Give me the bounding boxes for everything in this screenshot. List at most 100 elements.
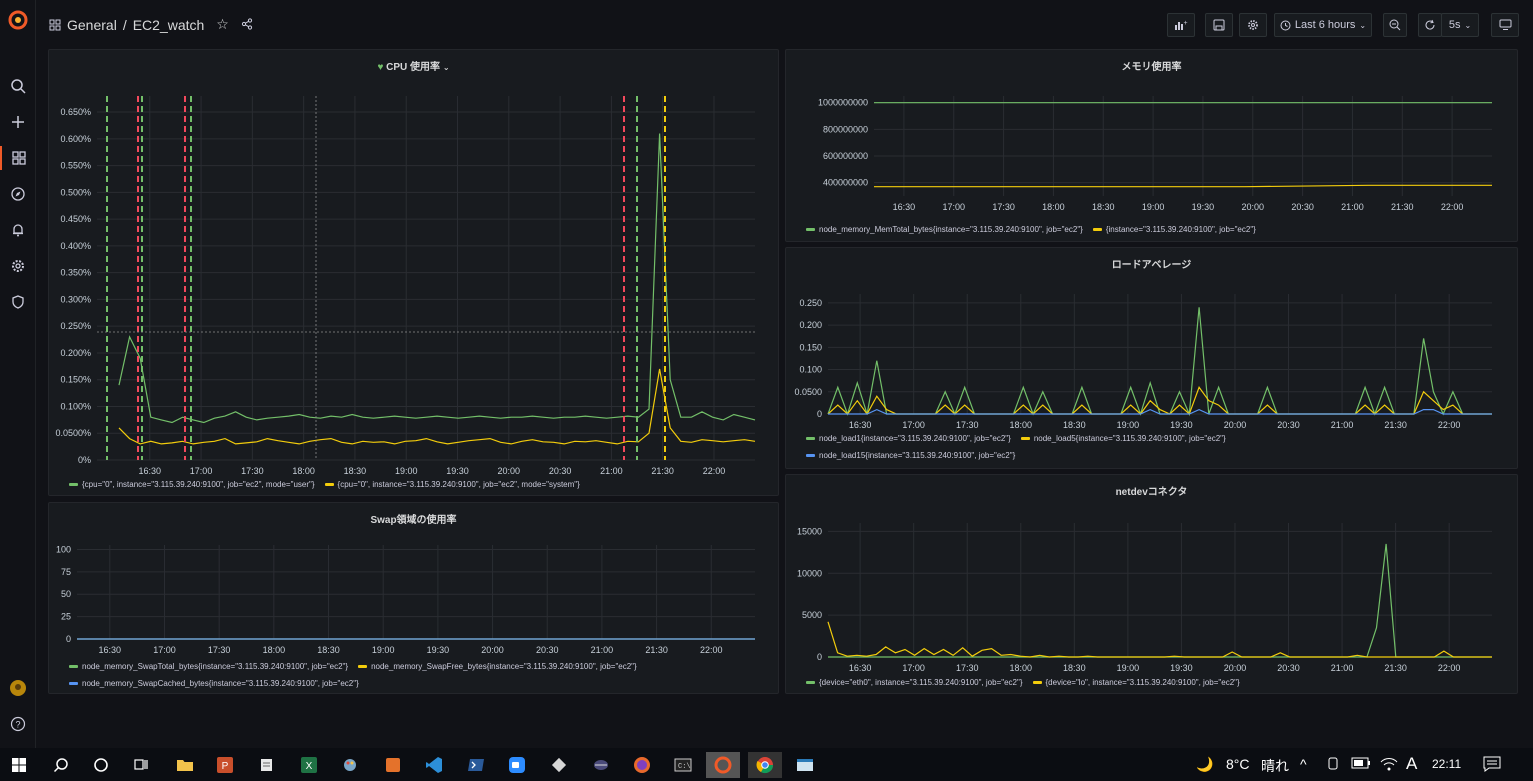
server-admin-shield-icon[interactable] <box>6 290 30 314</box>
legend-item[interactable]: node_memory_SwapTotal_bytes{instance="3.… <box>82 662 348 671</box>
series-line <box>827 621 1492 658</box>
wifi-icon[interactable] <box>1380 756 1398 775</box>
swap-usage-panel[interactable]: Swap領域の使用率 0 25 50 75 100 16:30 17:00 17:30 18:0… <box>48 502 779 694</box>
legend-item[interactable]: {instance="3.115.39.240:9100", job="ec2"… <box>1106 225 1256 234</box>
search-icon[interactable] <box>6 74 30 98</box>
legend-item[interactable]: node_load5{instance="3.115.39.240:9100",… <box>1034 434 1226 443</box>
x-tick-label: 19:30 <box>446 466 469 476</box>
legend-item[interactable]: node_memory_MemTotal_bytes{instance="3.1… <box>819 225 1083 234</box>
dashboard-title[interactable]: EC2_watch <box>133 17 205 33</box>
zoom-out-button[interactable] <box>1383 13 1407 37</box>
refresh-button[interactable] <box>1418 13 1442 37</box>
app-disc-icon[interactable] <box>588 752 614 778</box>
y-tick-label: 0.100% <box>60 401 91 411</box>
legend-swatch <box>69 682 78 685</box>
notepad-icon[interactable] <box>254 752 280 778</box>
legend-item[interactable]: {device="eth0", instance="3.115.39.240:9… <box>819 678 1023 687</box>
meet-now-icon[interactable] <box>1326 756 1340 775</box>
plus-icon[interactable] <box>6 110 30 134</box>
alerting-bell-icon[interactable] <box>6 218 30 242</box>
breadcrumb-folder-link[interactable]: General <box>67 17 117 33</box>
explore-compass-icon[interactable] <box>6 182 30 206</box>
legend-swatch <box>358 665 368 668</box>
app-orange-icon[interactable] <box>380 752 406 778</box>
excel-icon[interactable]: X <box>296 752 322 778</box>
clock[interactable]: 22:11 <box>1432 757 1461 771</box>
netdev-panel[interactable]: netdevコネクタ 0 5000 10000 15000 16:30 17:00 17:3… <box>785 474 1518 694</box>
time-range-picker[interactable]: Last 6 hours ⌄ <box>1274 13 1372 37</box>
add-panel-button[interactable]: + <box>1167 13 1195 37</box>
weather-temperature[interactable]: 8°C <box>1226 756 1250 772</box>
y-tick-label: 0.0500% <box>55 428 91 438</box>
taskbar-search-icon[interactable] <box>48 752 74 778</box>
x-tick-label: 21:30 <box>645 645 668 655</box>
legend-item[interactable]: node_memory_SwapFree_bytes{instance="3.1… <box>371 662 637 671</box>
tv-mode-button[interactable] <box>1491 13 1519 37</box>
y-tick-label: 0.200% <box>60 348 91 358</box>
netdev-chart[interactable]: 0 5000 10000 15000 16:30 17:00 17:30 18:00 18:30… <box>786 475 1519 695</box>
legend: {device="eth0", instance="3.115.39.240:9… <box>806 678 1240 687</box>
svg-text:+: + <box>1183 20 1187 27</box>
cortana-icon[interactable] <box>88 752 114 778</box>
windows-start-icon[interactable] <box>6 752 32 778</box>
legend-item[interactable]: node_memory_SwapCached_bytes{instance="3… <box>82 679 359 688</box>
battery-icon[interactable] <box>1351 756 1371 773</box>
x-tick-label: 17:30 <box>208 645 231 655</box>
y-tick-label: 75 <box>61 567 71 577</box>
powerpoint-icon[interactable]: P <box>212 752 238 778</box>
y-tick-label: 0.350% <box>60 268 91 278</box>
zoom-icon[interactable] <box>504 752 530 778</box>
legend-item[interactable]: node_load1{instance="3.115.39.240:9100",… <box>819 434 1011 443</box>
firefox-icon[interactable] <box>629 752 655 778</box>
user-avatar[interactable] <box>6 676 30 700</box>
x-tick-label: 22:00 <box>700 645 723 655</box>
grafana-app-icon[interactable] <box>706 752 740 778</box>
file-explorer-icon[interactable] <box>172 752 198 778</box>
legend-swatch <box>69 483 78 486</box>
refresh-interval-picker[interactable]: 5s ⌄ <box>1441 13 1479 37</box>
save-dashboard-button[interactable] <box>1205 13 1233 37</box>
vscode-icon[interactable] <box>421 752 447 778</box>
y-tick-label: 0.400% <box>60 241 91 251</box>
y-tick-label: 0.250% <box>60 321 91 331</box>
cpu-usage-panel[interactable]: ♥ CPU 使用率 ⌄ 0% 0.0500% 0.100% 0.150% 0.200% 0… <box>48 49 779 496</box>
legend-item[interactable]: {cpu="0", instance="3.115.39.240:9100", … <box>338 480 580 489</box>
show-hidden-icons-chevron-icon[interactable]: ^ <box>1300 756 1307 772</box>
svg-text:?: ? <box>15 720 20 730</box>
terminal-icon[interactable]: C:\ <box>670 752 696 778</box>
app-window-icon[interactable] <box>792 752 818 778</box>
y-tick-label: 0.150 <box>799 342 822 352</box>
share-icon[interactable] <box>241 17 253 33</box>
task-view-icon[interactable] <box>128 752 154 778</box>
zoom-out-icon <box>1389 19 1401 31</box>
x-tick-label: 19:30 <box>427 645 450 655</box>
dashboards-icon[interactable] <box>0 146 36 170</box>
weather-moon-icon[interactable]: 🌙 <box>1196 756 1213 773</box>
y-tick-label: 5000 <box>802 610 822 620</box>
configuration-gear-icon[interactable] <box>6 254 30 278</box>
powershell-icon[interactable] <box>463 752 489 778</box>
weather-condition[interactable]: 晴れ <box>1261 756 1289 776</box>
notification-icon[interactable] <box>1483 756 1501 775</box>
x-tick-label: 16:30 <box>893 202 916 212</box>
legend-item[interactable]: {cpu="0", instance="3.115.39.240:9100", … <box>82 480 315 489</box>
load-average-panel[interactable]: ロードアベレージ 0 0.0500 0.100 0.150 0.200 0.250 16:3… <box>785 247 1518 469</box>
paint-icon[interactable] <box>337 752 363 778</box>
add-panel-icon: + <box>1175 20 1188 30</box>
memory-usage-panel[interactable]: メモリ使用率 400000000 600000000 800000000 100000… <box>785 49 1518 242</box>
memory-usage-chart[interactable]: 400000000 600000000 800000000 1000000000 16:… <box>786 50 1519 243</box>
ime-indicator[interactable]: A <box>1406 754 1417 774</box>
time-range-label: Last 6 hours <box>1294 19 1356 31</box>
cpu-usage-chart[interactable]: 0% 0.0500% 0.100% 0.150% 0.200% 0.250% 0.300% 0… <box>49 50 780 497</box>
git-icon[interactable] <box>546 752 572 778</box>
legend-item[interactable]: {device="lo", instance="3.115.39.240:910… <box>1046 678 1240 687</box>
x-tick-label: 20:00 <box>1242 202 1265 212</box>
legend-item[interactable]: node_load15{instance="3.115.39.240:9100"… <box>819 451 1015 460</box>
chrome-icon[interactable] <box>748 752 782 778</box>
help-icon[interactable]: ? <box>6 712 30 736</box>
x-tick-label: 20:00 <box>1224 663 1247 673</box>
dashboard-settings-button[interactable] <box>1239 13 1267 37</box>
star-icon[interactable]: ☆ <box>216 16 229 33</box>
grafana-logo-icon[interactable] <box>6 8 30 32</box>
legend-swatch <box>1092 228 1102 231</box>
